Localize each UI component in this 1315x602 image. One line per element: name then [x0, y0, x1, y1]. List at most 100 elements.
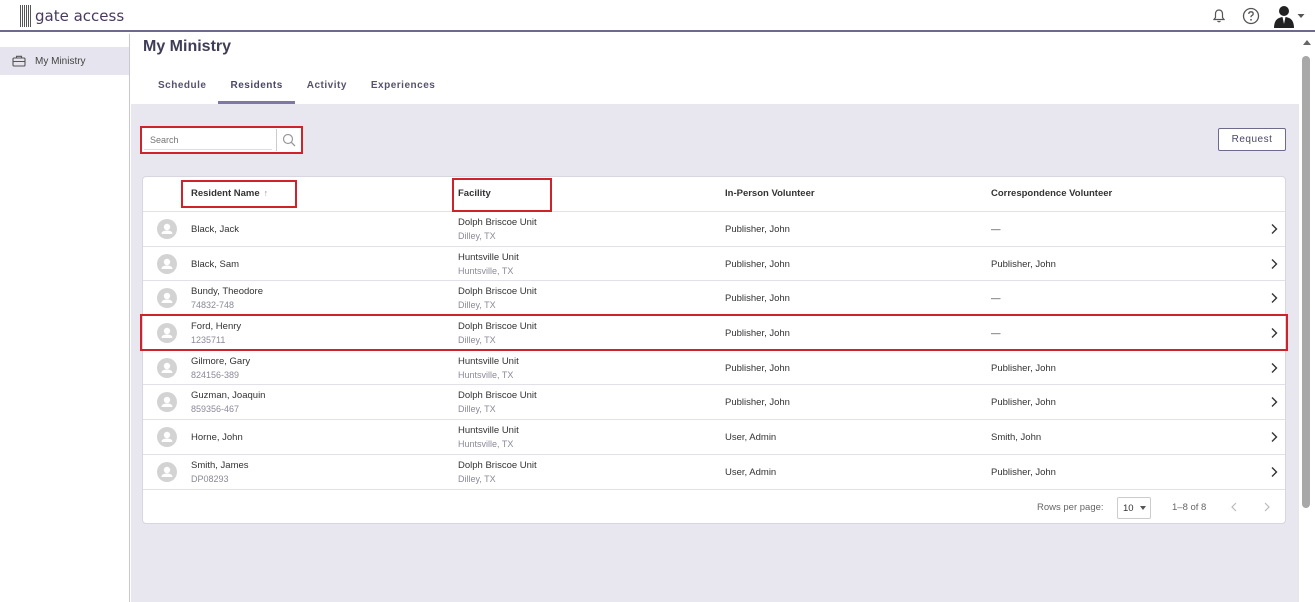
chevron-down-icon	[1297, 14, 1305, 18]
bell-icon[interactable]	[1209, 6, 1229, 26]
column-header-facility[interactable]: Facility	[458, 188, 491, 199]
main-content: My Ministry Schedule Residents Activity …	[131, 34, 1299, 602]
rows-per-page-select[interactable]: 10	[1117, 497, 1151, 519]
table-row[interactable]: Smith, James DP08293 Dolph Briscoe Unit …	[143, 455, 1285, 490]
sort-arrow-up-icon[interactable]: ↑	[264, 188, 269, 198]
resident-avatar-icon	[157, 357, 177, 378]
facility-city: Huntsville, TX	[458, 265, 514, 276]
in-person-volunteer: Publisher, John	[725, 293, 790, 305]
top-icons	[1209, 4, 1305, 28]
briefcase-icon	[12, 55, 26, 67]
resident-name: Black, Sam	[191, 258, 240, 270]
correspondence-volunteer: Publisher, John	[991, 362, 1056, 374]
search-box	[140, 126, 303, 154]
sidebar-item-my-ministry[interactable]: My Ministry	[0, 47, 129, 75]
sidebar-item-label: My Ministry	[35, 55, 86, 67]
table-body: Black, Jack Dolph Briscoe Unit Dilley, T…	[140, 212, 1288, 490]
resident-id: 1235711	[191, 335, 226, 346]
in-person-volunteer: Publisher, John	[725, 328, 790, 340]
chevron-right-icon[interactable]	[1268, 326, 1280, 340]
resident-name: Gilmore, Gary	[191, 355, 251, 367]
column-header-correspondence-volunteer[interactable]: Correspondence Volunteer	[991, 188, 1112, 199]
resident-name: Bundy, Theodore	[191, 286, 264, 298]
chevron-left-icon	[1231, 502, 1237, 512]
chevron-right-icon[interactable]	[1268, 257, 1280, 271]
in-person-volunteer: Publisher, John	[725, 258, 790, 270]
vertical-scrollbar[interactable]	[1299, 34, 1315, 602]
chevron-right-icon[interactable]	[1268, 361, 1280, 375]
facility-city: Huntsville, TX	[458, 439, 514, 450]
table-row[interactable]: Gilmore, Gary 824156-389 Huntsville Unit…	[143, 351, 1285, 386]
facility-name: Dolph Briscoe Unit	[458, 390, 537, 402]
page-range: 1–8 of 8	[1172, 502, 1207, 513]
search-button[interactable]	[276, 129, 300, 151]
table-row[interactable]: Ford, Henry 1235711 Dolph Briscoe Unit D…	[140, 314, 1288, 352]
table-row[interactable]: Guzman, Joaquin 859356-467 Dolph Briscoe…	[143, 385, 1285, 421]
page-title: My Ministry	[143, 38, 232, 55]
page-header: My Ministry Schedule Residents Activity …	[131, 34, 1299, 104]
correspondence-volunteer: Publisher, John	[991, 258, 1056, 270]
facility-city: Dilley, TX	[458, 473, 496, 484]
facility-name: Huntsville Unit	[458, 425, 519, 437]
scroll-thumb[interactable]	[1302, 56, 1310, 508]
resident-id: DP08293	[191, 473, 229, 484]
tab-schedule[interactable]: Schedule	[146, 74, 218, 104]
logo-text: gate access	[35, 7, 125, 25]
in-person-volunteer: Publisher, John	[725, 397, 790, 409]
chevron-right-icon	[1264, 502, 1270, 512]
chevron-right-icon[interactable]	[1268, 465, 1280, 479]
table-header: Resident Name ↑ Facility In-Person Volunt…	[143, 177, 1285, 212]
resident-avatar-icon	[157, 219, 177, 239]
highlight-box-row	[140, 314, 1288, 352]
column-header-in-person-volunteer[interactable]: In-Person Volunteer	[725, 188, 815, 199]
tab-bar: Schedule Residents Activity Experiences	[146, 74, 447, 104]
resident-avatar-icon	[157, 461, 177, 482]
sidebar: My Ministry	[0, 34, 130, 602]
tab-activity[interactable]: Activity	[295, 74, 359, 104]
chevron-right-icon[interactable]	[1268, 430, 1280, 444]
facility-name: Dolph Briscoe Unit	[458, 459, 537, 471]
facility-city: Huntsville, TX	[458, 369, 514, 380]
app-logo[interactable]: gate access	[20, 4, 124, 28]
correspondence-volunteer: Publisher, John	[991, 397, 1056, 409]
next-page-button[interactable]	[1260, 500, 1274, 514]
facility-city: Dilley, TX	[458, 300, 496, 311]
in-person-volunteer: User, Admin	[725, 432, 777, 444]
facility-name: Dolph Briscoe Unit	[458, 286, 537, 298]
scroll-up-arrow-icon[interactable]	[1303, 40, 1311, 45]
correspondence-volunteer: —	[991, 224, 1001, 235]
resident-name: Ford, Henry	[191, 321, 242, 333]
tab-experiences[interactable]: Experiences	[359, 74, 447, 104]
correspondence-volunteer: Smith, John	[991, 432, 1042, 444]
previous-page-button[interactable]	[1227, 500, 1241, 514]
search-icon	[282, 133, 295, 147]
pagination: Rows per page: 10 1–8 of 8	[143, 492, 1285, 524]
facility-city: Dilley, TX	[458, 404, 496, 415]
facility-name: Dolph Briscoe Unit	[458, 321, 537, 333]
top-bar: gate access	[0, 0, 1315, 32]
facility-name: Huntsville Unit	[458, 251, 519, 263]
resident-id: 859356-467	[191, 404, 240, 415]
tab-residents[interactable]: Residents	[218, 74, 296, 104]
column-header-resident-name[interactable]: Resident Name ↑	[191, 188, 268, 199]
chevron-right-icon[interactable]	[1268, 222, 1280, 236]
request-button[interactable]: Request	[1218, 128, 1286, 151]
search-input[interactable]	[144, 130, 272, 150]
chevron-right-icon[interactable]	[1268, 395, 1280, 409]
table-row[interactable]: Black, Sam Huntsville Unit Huntsville, T…	[143, 247, 1285, 282]
resident-avatar-icon	[157, 288, 177, 309]
table-row[interactable]: Horne, John Huntsville Unit Huntsville, …	[143, 420, 1285, 455]
resident-name: Smith, James	[191, 459, 249, 471]
resident-avatar-icon	[157, 427, 177, 448]
user-avatar-menu[interactable]	[1273, 4, 1305, 28]
resident-avatar-icon	[157, 392, 177, 413]
resident-name: Guzman, Joaquin	[191, 390, 266, 402]
table-row[interactable]: Bundy, Theodore 74832-748 Dolph Briscoe …	[143, 281, 1285, 317]
help-icon[interactable]	[1241, 6, 1261, 26]
table-row[interactable]: Black, Jack Dolph Briscoe Unit Dilley, T…	[143, 212, 1285, 247]
rows-per-page-value: 10	[1123, 502, 1134, 514]
correspondence-volunteer: —	[991, 293, 1001, 305]
logo-bars-icon	[20, 5, 31, 27]
chevron-right-icon[interactable]	[1268, 291, 1280, 305]
resident-id: 824156-389	[191, 369, 240, 380]
